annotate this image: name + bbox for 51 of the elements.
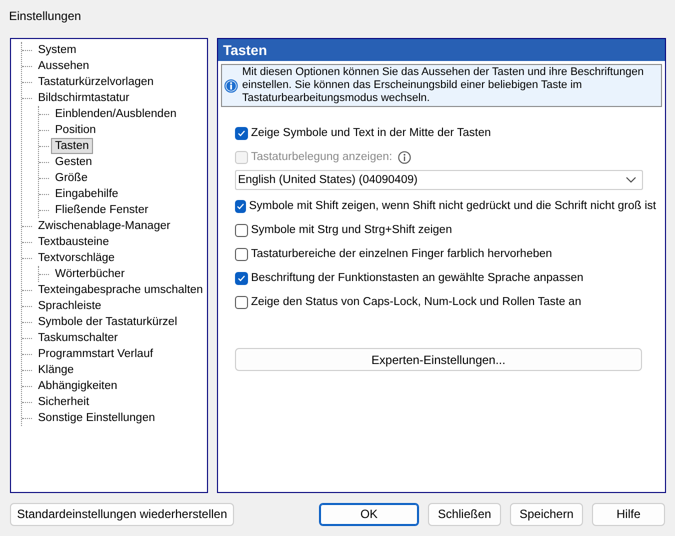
checkbox[interactable] — [234, 126, 248, 140]
checkbox[interactable] — [234, 248, 248, 260]
tree-item[interactable]: Bildschirmtastatur — [34, 90, 134, 106]
option-label: Tastaturbelegung anzeigen: — [250, 151, 392, 163]
tree-item[interactable]: Aussehen — [34, 58, 94, 74]
tree-item[interactable]: Klänge — [34, 362, 78, 378]
tree-item[interactable]: Abhängigkeiten — [34, 378, 122, 394]
dialog-button[interactable]: Speichern — [510, 502, 583, 526]
dialog-button[interactable]: Hilfe — [592, 502, 665, 526]
tree-item[interactable]: Textbausteine — [34, 234, 113, 250]
tree-item[interactable]: Wörterbücher — [51, 266, 129, 282]
check-icon — [236, 274, 246, 282]
tree-item[interactable]: Größe — [51, 170, 92, 186]
panel-title: Tasten — [218, 39, 665, 61]
tree-item[interactable]: Tasten — [51, 138, 93, 154]
option-label: Symbole mit Strg und Strg+Shift zeigen — [250, 224, 452, 236]
tree-item[interactable]: Sprachleiste — [34, 298, 106, 314]
option-label: Zeige Symbole und Text in der Mitte der Tasten — [250, 127, 491, 139]
checkbox[interactable] — [234, 272, 248, 284]
tree-item[interactable]: Eingabehilfe — [51, 186, 122, 202]
tree-item[interactable]: Programmstart Verlauf — [34, 346, 158, 362]
option-label: Beschriftung der Funktionstasten an gewählte Sprache anpassen — [250, 272, 584, 284]
tree-item[interactable]: Fließende Fenster — [51, 202, 152, 218]
tree-item[interactable]: Texteingabesprache umschalten — [34, 282, 207, 298]
check-icon — [236, 128, 246, 138]
option-label: Zeige den Status von Caps-Lock, Num-Lock und Rollen Taste an — [250, 296, 582, 308]
tree-item[interactable]: Position — [51, 122, 100, 138]
info-text: Mit diesen Optionen können Sie das Aussehen der Tasten und ihre Beschriftungen einstellen. Sie können das Erscheinungsbild einer beliebigen Taste im Tastaturbearbeitungsmodus wechseln. — [242, 66, 645, 105]
dialog-button[interactable]: OK — [319, 502, 419, 526]
expert-settings-button[interactable]: Experten-Einstellungen... — [234, 348, 642, 371]
tree-item[interactable]: Zwischenablage-Manager — [34, 218, 174, 234]
tree-item[interactable]: Tastaturkürzelvorlagen — [34, 74, 158, 90]
option-label: Symbole mit Shift zeigen, wenn Shift nicht gedrückt und die Schrift nicht groß ist — [248, 200, 656, 212]
checkbox[interactable] — [234, 224, 248, 236]
layout-dropdown[interactable]: English (United States) (04090409) — [234, 170, 643, 190]
chevron-down-icon — [626, 177, 636, 183]
option-label: Tastaturbereiche der einzelnen Finger farblich hervorheben — [250, 248, 552, 260]
checkbox[interactable] — [234, 296, 248, 308]
tree-item[interactable]: Symbole der Tastaturkürzel — [34, 314, 182, 330]
checkbox[interactable] — [234, 200, 246, 212]
tree-item[interactable]: Gesten — [51, 154, 96, 170]
tree-item[interactable]: Textvorschläge — [34, 250, 119, 266]
window-title: Einstellungen — [8, 8, 82, 25]
tree-item[interactable]: Taskumschalter — [34, 330, 122, 346]
tree-item[interactable]: Sicherheit — [34, 394, 94, 410]
tree-item[interactable]: Einblenden/Ausblenden — [51, 106, 180, 122]
tree-item[interactable]: Sonstige Einstellungen — [34, 410, 159, 426]
check-icon — [236, 202, 245, 210]
dialog-button[interactable]: Schließen — [428, 502, 501, 526]
reset-button[interactable]: Standardeinstellungen wiederherstellen — [10, 502, 234, 526]
tree-item[interactable]: System — [34, 42, 80, 58]
